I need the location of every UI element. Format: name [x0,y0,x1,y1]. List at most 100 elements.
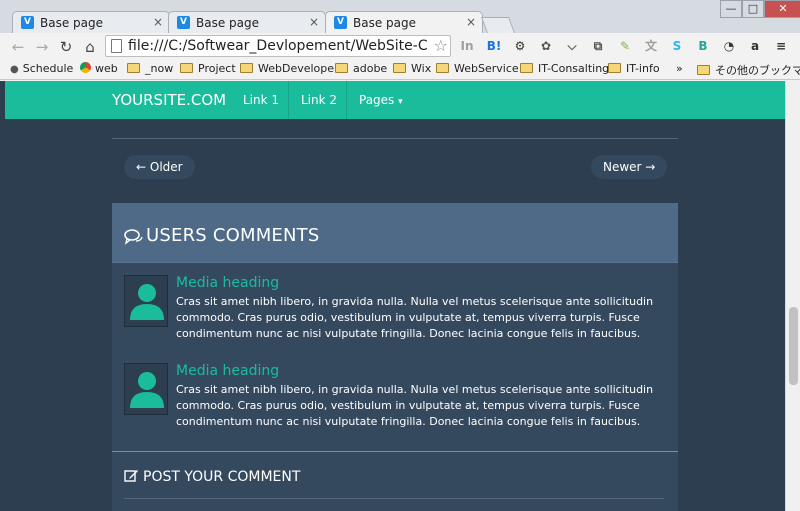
bookmark-label: WebDeveloper [258,62,339,75]
v-icon: V [177,16,190,29]
folder-icon [335,63,348,73]
maximize-button[interactable]: □ [742,0,764,18]
close-icon[interactable]: × [153,15,163,29]
in-icon[interactable]: In [459,38,475,54]
bookmark-item[interactable]: Wix [393,62,431,78]
bookmark-label: adobe [353,62,388,75]
post-comment-title: POST YOUR COMMENT [143,469,301,485]
caret-down-icon: ▾ [398,97,403,107]
bookmark-item[interactable]: WebDeveloper [240,62,339,78]
folder-icon [608,63,621,73]
cast-icon[interactable]: ⧉ [590,38,606,54]
site-brand[interactable]: YOURSITE.COM [112,91,226,109]
bookmark-item[interactable]: ● Schedule [10,62,73,78]
gear-icon[interactable]: ⚙ [512,38,528,54]
chrome-icon [80,62,91,73]
browser-chrome: V Base page × V Base page × V Base page … [0,0,800,81]
avatar [124,275,168,327]
comments-title: USERS COMMENTS [146,225,320,246]
minimize-button[interactable]: — [720,0,742,18]
page-content: ← Older Newer → USERS COMMENTS Media hea… [5,119,785,511]
page-icon [111,39,122,53]
divider [112,138,678,139]
menu-icon[interactable]: ≡ [773,38,789,54]
reload-icon[interactable]: ↻ [56,37,76,57]
back-arrow-icon[interactable]: ← [8,37,28,57]
media-heading[interactable]: Media heading [176,363,279,379]
amazon-icon[interactable]: a [747,38,763,54]
close-icon[interactable]: × [466,15,476,29]
newer-button[interactable]: Newer → [591,155,668,179]
bookmark-label: web [95,62,118,75]
comments-panel: USERS COMMENTS Media heading Cras sit am… [112,203,678,511]
address-bar[interactable]: file:///C:/Softwear_Devlopement/WebSite-… [105,35,451,57]
user-icon [130,284,164,320]
bookmarks-overflow-icon[interactable]: » [676,62,683,78]
media-heading[interactable]: Media heading [176,275,279,291]
v-icon: V [21,16,34,29]
tab-title: Base page [196,16,260,30]
window-close-button[interactable]: ✕ [764,0,800,18]
bookmark-item[interactable]: web [80,62,118,78]
bookmark-label: IT-Consalting [538,62,610,75]
folder-icon [697,65,710,75]
user-icon [130,372,164,408]
nav-link-2[interactable]: Link 2 [288,81,349,119]
evernote-icon[interactable]: ✎ [617,38,633,54]
bookmark-item[interactable]: adobe [335,62,387,78]
bookmark-label: Wix [411,62,432,75]
bookmark-item[interactable]: IT-Consalting [520,62,609,78]
folder-icon [393,63,406,73]
bookmarks-bar: ● Schedule web _now Project WebDeveloper adobe… [0,60,800,80]
bookmark-label: WebService [454,62,519,75]
tab-title: Base page [40,16,104,30]
bookmark-item[interactable]: Project [180,62,236,78]
nav-pages-dropdown[interactable]: Pages ▾ [346,81,415,119]
bookmark-label: Schedule [22,62,74,75]
bookmark-label: _now [145,62,174,75]
bookmark-item[interactable]: WebService [436,62,519,78]
browser-tab-3-active[interactable]: V Base page × [325,11,483,33]
comments-icon [124,229,143,245]
forward-arrow-icon[interactable]: → [32,37,52,57]
folder-icon [436,63,449,73]
new-tab-button[interactable] [481,17,515,33]
browser-tab-1[interactable]: V Base page × [12,11,170,33]
pocket-icon[interactable]: ⌵ [564,38,580,54]
tab-strip: V Base page × V Base page × V Base page … [0,0,800,33]
b-icon[interactable]: B [695,38,711,54]
edit-icon [124,470,138,482]
clock-icon[interactable]: ◔ [721,38,737,54]
bookmark-item[interactable]: _now [127,62,173,78]
other-bookmarks[interactable]: その他のブックマーク [697,62,800,78]
other-bookmarks-label: その他のブックマーク [715,64,800,77]
older-button[interactable]: ← Older [124,155,195,179]
skype-icon[interactable]: S [669,38,685,54]
close-icon[interactable]: × [309,15,319,29]
post-comment-heading: POST YOUR COMMENT [124,469,300,485]
comments-panel-header: USERS COMMENTS [112,203,678,263]
nav-link-1[interactable]: Link 1 [231,81,291,119]
site-navbar: YOURSITE.COM Link 1 Link 2 Pages ▾ [5,81,785,119]
folder-icon [180,63,193,73]
avatar [124,363,168,415]
browser-tab-2[interactable]: V Base page × [168,11,326,33]
stamp-icon[interactable]: ✿ [538,38,554,54]
folder-icon [127,63,140,73]
scrollbar-thumb[interactable] [789,307,798,385]
divider [124,498,664,499]
translate-icon[interactable]: 文 [643,38,659,54]
page-scrollbar[interactable] [785,81,800,511]
nav-pages-label: Pages [359,93,395,107]
hatena-bookmark-icon[interactable]: B! [486,38,502,54]
v-icon: V [334,16,347,29]
bookmark-star-icon[interactable]: ☆ [434,36,448,55]
folder-icon [520,63,533,73]
comment-text: Cras sit amet nibh libero, in gravida nu… [176,383,654,428]
home-icon[interactable]: ⌂ [80,37,100,57]
bookmark-item[interactable]: IT-info [608,62,660,78]
url-text[interactable]: file:///C:/Softwear_Devlopement/WebSite-… [128,38,428,54]
tab-title: Base page [353,16,417,30]
comment-text: Cras sit amet nibh libero, in gravida nu… [176,295,654,340]
bookmark-label: Project [198,62,236,75]
